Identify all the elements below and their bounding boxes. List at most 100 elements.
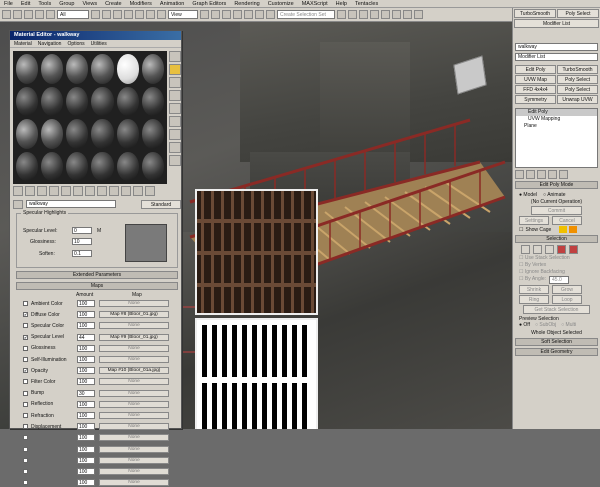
material-editor-button[interactable] <box>392 10 401 19</box>
sample-slot[interactable] <box>141 151 164 181</box>
symmetry-mod-button[interactable]: Symmetry <box>515 95 556 104</box>
sample-slot[interactable] <box>141 86 164 116</box>
unlink-button[interactable] <box>35 10 44 19</box>
soften-spinner[interactable]: 0.1 <box>72 250 92 257</box>
map-enable-checkbox[interactable] <box>23 379 28 385</box>
map-amount-spinner[interactable]: 30 <box>77 389 95 397</box>
menu-help[interactable]: Help <box>336 1 347 7</box>
put-to-library-button[interactable] <box>85 186 95 196</box>
edit-poly-mode-rollout[interactable]: Edit Poly Mode <box>515 181 598 189</box>
menu-navigation[interactable]: Navigation <box>38 41 62 47</box>
map-slot-button[interactable]: None <box>99 456 169 464</box>
menu-material[interactable]: Material <box>14 41 32 47</box>
pivot-button[interactable] <box>200 10 209 19</box>
edit-geometry-rollout[interactable]: Edit Geometry <box>515 348 598 356</box>
map-enable-checkbox[interactable] <box>23 413 28 418</box>
map-amount-spinner[interactable]: 100 <box>77 412 95 419</box>
assign-material-button[interactable] <box>37 186 47 196</box>
options-button[interactable] <box>169 129 181 140</box>
map-slot-button[interactable]: None <box>99 389 169 397</box>
map-slot-button[interactable]: None <box>99 344 169 352</box>
sample-slot[interactable] <box>116 86 139 116</box>
remove-modifier-button[interactable] <box>548 170 557 179</box>
cancel-button[interactable]: Cancel <box>552 216 582 225</box>
sample-slot-active[interactable] <box>116 54 139 84</box>
shrink-button[interactable]: Shrink <box>519 285 549 294</box>
map-enable-checkbox[interactable]: ✔ <box>23 334 28 340</box>
stack-item-plane[interactable]: Plane <box>516 123 597 130</box>
sample-slot[interactable] <box>66 86 89 116</box>
menu-views[interactable]: Views <box>83 1 98 7</box>
spinner-snap-button[interactable] <box>255 10 264 19</box>
preview-multi-radio[interactable]: ○ Multi <box>561 322 576 328</box>
map-slot-button[interactable]: None <box>99 356 169 363</box>
get-material-button[interactable] <box>13 186 23 196</box>
sample-slot[interactable] <box>91 54 114 84</box>
ring-button[interactable]: Ring <box>519 295 549 304</box>
menu-modifiers[interactable]: Modifiers <box>130 1 152 7</box>
copy-material-button[interactable] <box>61 186 71 196</box>
menu-maxscript[interactable]: MAXScript <box>302 1 328 7</box>
menu-file[interactable]: File <box>4 1 13 7</box>
map-enable-checkbox[interactable] <box>23 390 28 396</box>
grow-button[interactable]: Grow <box>552 285 582 294</box>
map-amount-spinner[interactable]: 100 <box>77 367 95 375</box>
map-amount-spinner[interactable]: 100 <box>77 445 95 453</box>
select-by-material-button[interactable] <box>169 142 181 153</box>
material-name-field[interactable]: walkway <box>26 200 116 208</box>
undo-button[interactable] <box>2 10 11 19</box>
sample-slot[interactable] <box>116 151 139 181</box>
edit-named-selection-button[interactable] <box>266 10 275 19</box>
poly-select-quick-button[interactable]: Poly Select <box>557 9 599 18</box>
map-enable-checkbox[interactable] <box>23 323 28 329</box>
loop-button[interactable]: Loop <box>552 295 582 304</box>
backlight-button[interactable] <box>169 64 181 75</box>
sample-slot[interactable] <box>41 119 64 149</box>
menu-edit[interactable]: Edit <box>21 1 30 7</box>
extended-parameters-rollout[interactable]: Extended Parameters <box>16 271 178 279</box>
select-by-name-button[interactable] <box>102 10 111 19</box>
sample-uv-tiling-button[interactable] <box>169 90 181 101</box>
vertex-subobject-icon[interactable] <box>521 245 530 254</box>
pin-stack-button[interactable] <box>515 170 524 179</box>
scale-button[interactable] <box>157 10 166 19</box>
angle-snap-button[interactable] <box>233 10 242 19</box>
map-enable-checkbox[interactable] <box>23 357 28 362</box>
selection-rollout[interactable]: Selection <box>515 235 598 243</box>
named-selection-field[interactable]: Create Selection Set <box>277 10 335 19</box>
sample-slot[interactable] <box>16 151 39 181</box>
edit-poly-mod-button[interactable]: Edit Poly <box>515 65 556 74</box>
stack-item-edit-poly[interactable]: Edit Poly <box>516 109 597 116</box>
stack-item-uvw-mapping[interactable]: UVW Mapping <box>516 116 597 123</box>
specular-level-map-button[interactable]: M <box>97 228 101 234</box>
reference-coordinate-dropdown[interactable]: View <box>168 10 198 19</box>
by-angle-checkbox[interactable]: ☐ By Angle: <box>519 276 546 284</box>
poly-select-mod-button-2[interactable]: Poly Select <box>557 85 598 94</box>
sample-slot[interactable] <box>141 54 164 84</box>
map-slot-button[interactable]: None <box>99 468 169 475</box>
sample-slot[interactable] <box>16 119 39 149</box>
map-amount-spinner[interactable]: 100 <box>77 322 95 330</box>
sample-slot[interactable] <box>16 54 39 84</box>
sample-slot[interactable] <box>41 151 64 181</box>
material-navigator-button[interactable] <box>169 155 181 166</box>
modifier-list-dropdown[interactable]: Modifier List <box>515 53 598 61</box>
sample-slot[interactable] <box>91 151 114 181</box>
menu-customize[interactable]: Customize <box>268 1 294 7</box>
map-amount-spinner[interactable]: 100 <box>77 456 95 464</box>
ignore-backfacing-checkbox[interactable]: ☐ Ignore Backfacing <box>519 269 594 275</box>
sample-slot[interactable] <box>66 119 89 149</box>
percent-snap-button[interactable] <box>244 10 253 19</box>
align-button[interactable] <box>348 10 357 19</box>
sample-slot[interactable] <box>66 151 89 181</box>
render-setup-button[interactable] <box>403 10 412 19</box>
map-amount-spinner[interactable]: 100 <box>77 378 95 386</box>
map-slot-button[interactable]: None <box>99 400 169 408</box>
map-enable-checkbox[interactable] <box>23 424 28 430</box>
link-button[interactable] <box>24 10 33 19</box>
sample-slot[interactable] <box>141 119 164 149</box>
sample-slot[interactable] <box>91 86 114 116</box>
map-enable-checkbox[interactable] <box>23 301 28 306</box>
menu-create[interactable]: Create <box>105 1 122 7</box>
modifier-list-quick-button[interactable]: Modifier List <box>514 19 599 28</box>
